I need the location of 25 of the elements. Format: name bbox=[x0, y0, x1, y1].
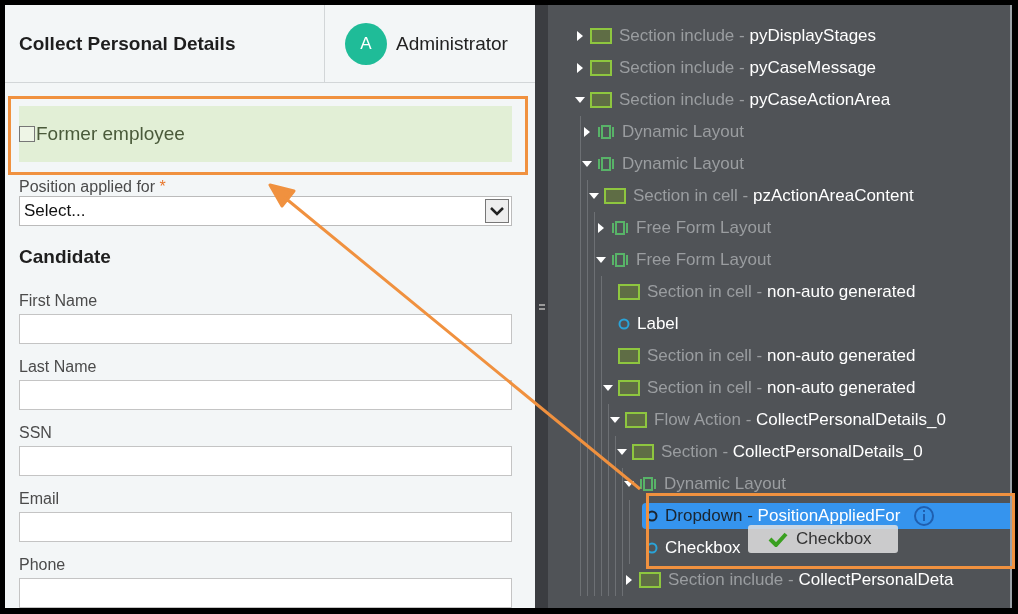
tree-item[interactable]: Label bbox=[614, 311, 685, 337]
field-label: Last Name bbox=[19, 358, 98, 376]
tree-item[interactable]: Section include - pyCaseActionArea bbox=[586, 87, 897, 113]
checkbox-label: Former employee bbox=[36, 123, 185, 145]
tree-item[interactable]: Checkbox bbox=[642, 535, 747, 561]
field-label: Position applied for * bbox=[19, 178, 167, 196]
drag-label: Checkbox bbox=[796, 529, 872, 549]
user-name: Administrator bbox=[396, 32, 508, 55]
tree-item[interactable]: Section in cell - pzActionAreaContent bbox=[600, 183, 920, 209]
tree-item[interactable]: Section include - pyDisplayStages bbox=[586, 23, 883, 49]
tree-item[interactable]: Section in cell - non-auto generated bbox=[614, 343, 922, 369]
page-title: Collect Personal Details bbox=[19, 32, 236, 55]
tree-item[interactable]: Section - CollectPersonalDetails_0 bbox=[628, 439, 929, 465]
tree-item[interactable]: Section in cell - non-auto generated bbox=[614, 279, 922, 305]
tree-item[interactable]: Section include - CollectPersonalDeta bbox=[635, 567, 960, 593]
field-label: Email bbox=[19, 490, 60, 508]
tree-item[interactable]: Section include - pyCaseMessage bbox=[586, 55, 883, 81]
tree-item[interactable]: Section in cell - non-auto generated bbox=[614, 375, 922, 401]
position-dropdown[interactable]: Select... bbox=[19, 196, 512, 226]
field-label: Phone bbox=[19, 556, 67, 574]
field-label: SSN bbox=[19, 424, 53, 442]
field-label: First Name bbox=[19, 292, 99, 310]
tree-item[interactable]: Dropdown - PositionAppliedFor bbox=[642, 503, 1010, 529]
tree-item[interactable]: Flow Action - CollectPersonalDetails_0 bbox=[621, 407, 952, 433]
section-title: Candidate bbox=[19, 246, 112, 268]
